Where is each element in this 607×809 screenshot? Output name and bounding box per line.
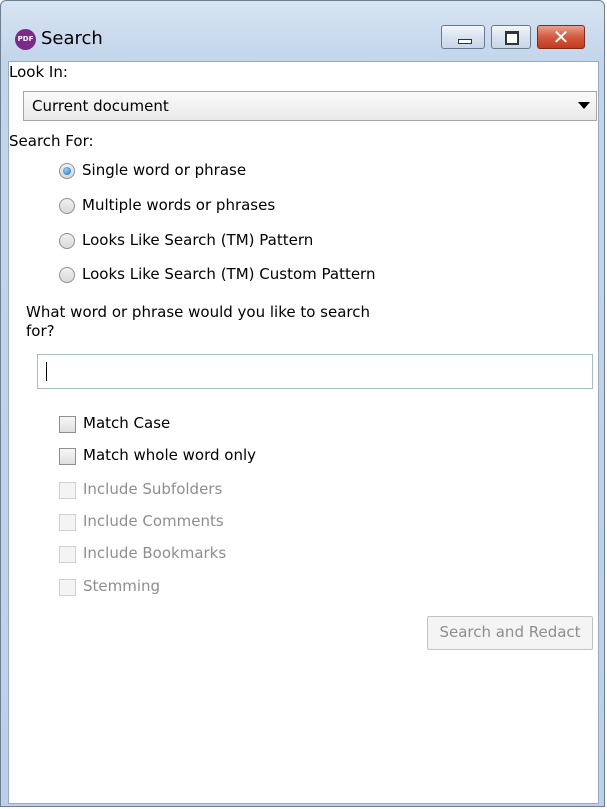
radio-label-custom-pattern[interactable]: Looks Like Search (TM) Custom Pattern bbox=[82, 265, 375, 283]
title-bar[interactable]: PDF Search ✕ bbox=[1, 1, 604, 61]
window-title: Search bbox=[41, 28, 103, 49]
radio-multiple-words[interactable] bbox=[59, 198, 75, 214]
label-include-subfolders: Include Subfolders bbox=[83, 480, 223, 498]
radio-custom-pattern[interactable] bbox=[59, 267, 75, 283]
radio-label-single-word[interactable]: Single word or phrase bbox=[82, 161, 246, 179]
label-stemming: Stemming bbox=[83, 577, 161, 595]
chevron-down-icon bbox=[578, 102, 590, 109]
search-input[interactable] bbox=[37, 354, 593, 389]
checkbox-include-subfolders bbox=[59, 482, 76, 499]
look-in-value: Current document bbox=[32, 97, 169, 115]
checkbox-match-case[interactable] bbox=[59, 416, 76, 433]
minimize-icon bbox=[458, 39, 472, 44]
close-icon: ✕ bbox=[552, 25, 570, 49]
maximize-icon bbox=[505, 31, 519, 45]
maximize-button[interactable] bbox=[491, 25, 531, 49]
close-button[interactable]: ✕ bbox=[537, 25, 585, 49]
label-match-case[interactable]: Match Case bbox=[83, 414, 170, 432]
checkbox-include-bookmarks bbox=[59, 546, 76, 563]
search-and-redact-button[interactable]: Search and Redact bbox=[427, 616, 593, 650]
checkbox-stemming bbox=[59, 579, 76, 596]
radio-single-word[interactable] bbox=[59, 163, 75, 179]
checkbox-include-comments bbox=[59, 514, 76, 531]
look-in-label: Look In: bbox=[9, 63, 68, 81]
label-include-bookmarks: Include Bookmarks bbox=[83, 544, 227, 562]
text-caret bbox=[46, 362, 47, 381]
pdf-app-icon: PDF bbox=[15, 29, 36, 50]
radio-pattern[interactable] bbox=[59, 233, 75, 249]
look-in-dropdown[interactable]: Current document bbox=[23, 91, 597, 121]
query-label-line1: What word or phrase would you like to se… bbox=[26, 303, 371, 321]
radio-label-pattern[interactable]: Looks Like Search (TM) Pattern bbox=[82, 231, 313, 249]
search-window: PDF Search ✕ Look In: Current document S… bbox=[0, 0, 605, 807]
checkbox-match-whole-word[interactable] bbox=[59, 448, 76, 465]
label-include-comments: Include Comments bbox=[83, 512, 224, 530]
radio-label-multiple-words[interactable]: Multiple words or phrases bbox=[82, 196, 275, 214]
label-match-whole-word[interactable]: Match whole word only bbox=[83, 446, 256, 464]
query-label-line2: for? bbox=[26, 322, 55, 340]
minimize-button[interactable] bbox=[441, 25, 485, 49]
search-for-label: Search For: bbox=[9, 132, 94, 150]
